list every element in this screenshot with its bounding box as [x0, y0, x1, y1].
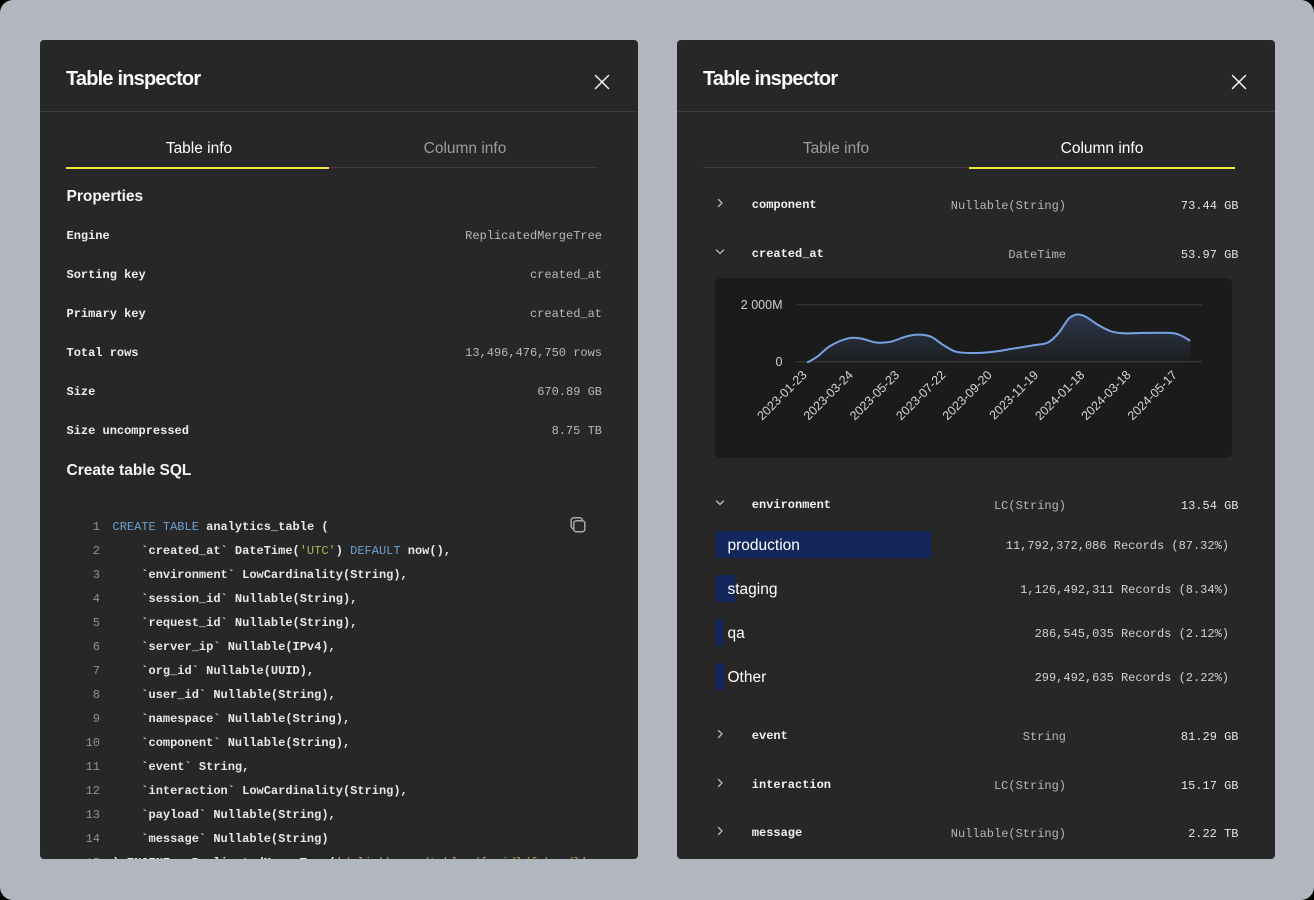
svg-text:0: 0 [775, 355, 782, 369]
svg-text:2 000M: 2 000M [740, 298, 782, 312]
